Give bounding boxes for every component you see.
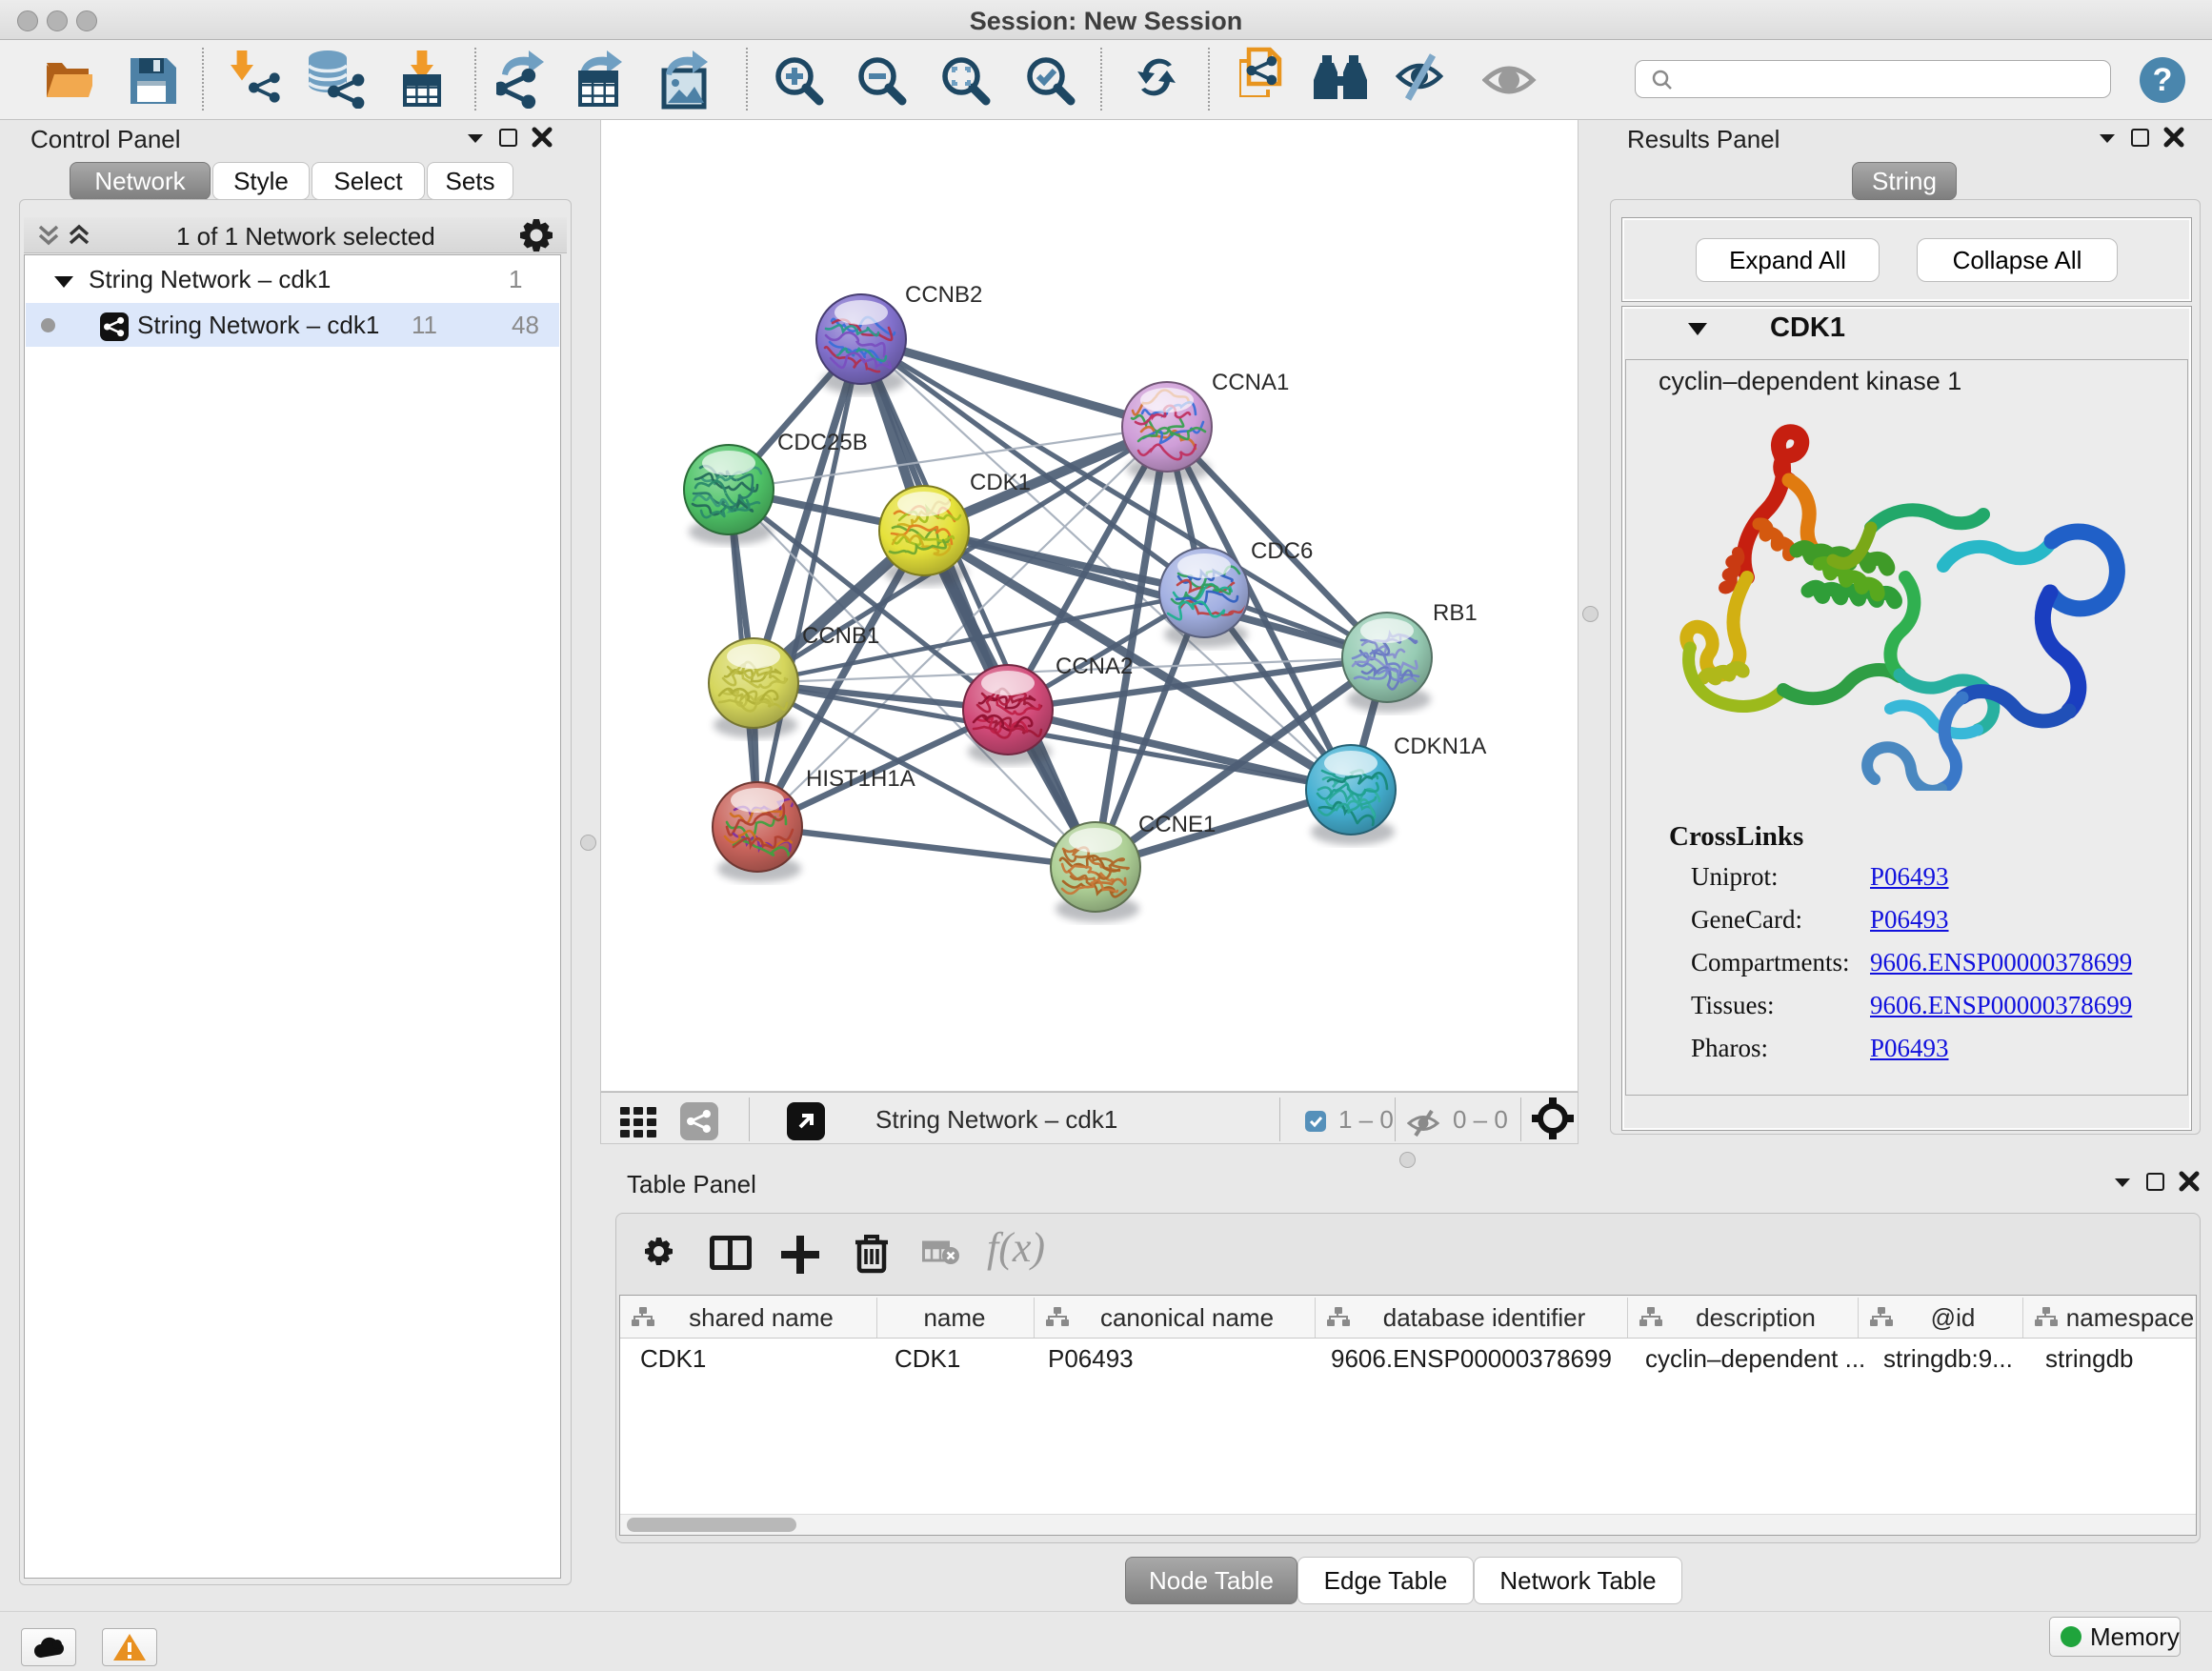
svg-text:CDC25B: CDC25B (777, 430, 868, 455)
svg-text:CDK1: CDK1 (970, 470, 1031, 495)
svg-text:CDC6: CDC6 (1251, 538, 1313, 564)
svg-text:CCNA1: CCNA1 (1212, 370, 1289, 395)
svg-text:RB1: RB1 (1433, 600, 1478, 626)
svg-text:HIST1H1A: HIST1H1A (806, 766, 915, 792)
svg-text:CCNB1: CCNB1 (802, 623, 879, 649)
svg-text:CCNE1: CCNE1 (1138, 812, 1216, 837)
svg-text:CCNA2: CCNA2 (1056, 654, 1133, 679)
svg-text:CDKN1A: CDKN1A (1394, 734, 1486, 759)
svg-text:CCNB2: CCNB2 (905, 282, 982, 308)
